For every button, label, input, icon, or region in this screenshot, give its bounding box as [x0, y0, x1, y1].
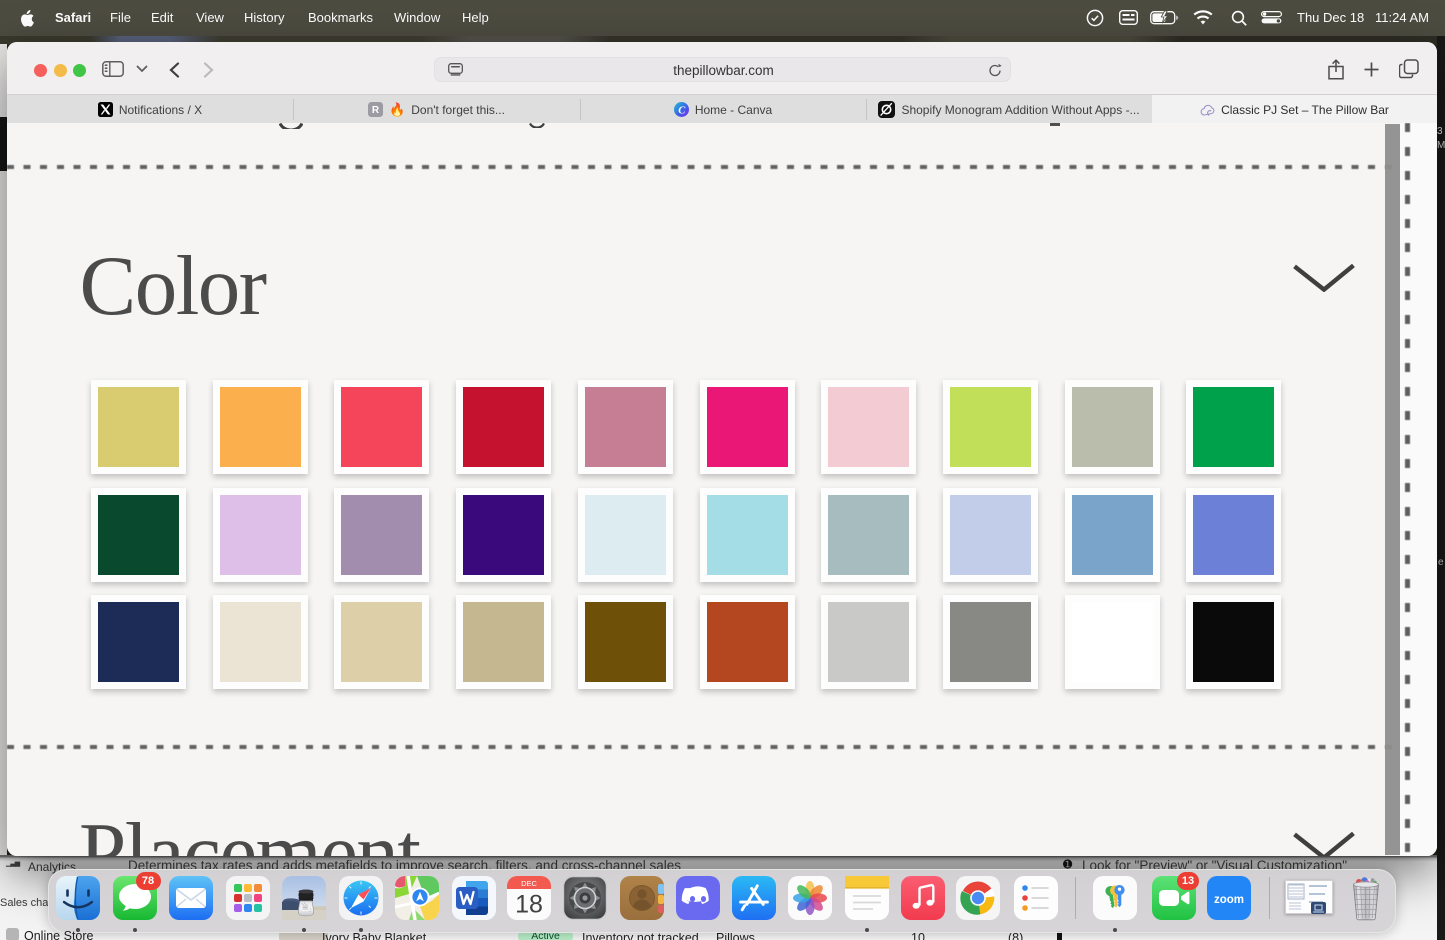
svg-text:18: 18	[515, 891, 543, 919]
svg-text:zoom: zoom	[1214, 894, 1244, 906]
svg-text:DEC: DEC	[521, 879, 537, 888]
svg-text:C: C	[678, 105, 686, 116]
svg-text:R: R	[372, 105, 380, 116]
